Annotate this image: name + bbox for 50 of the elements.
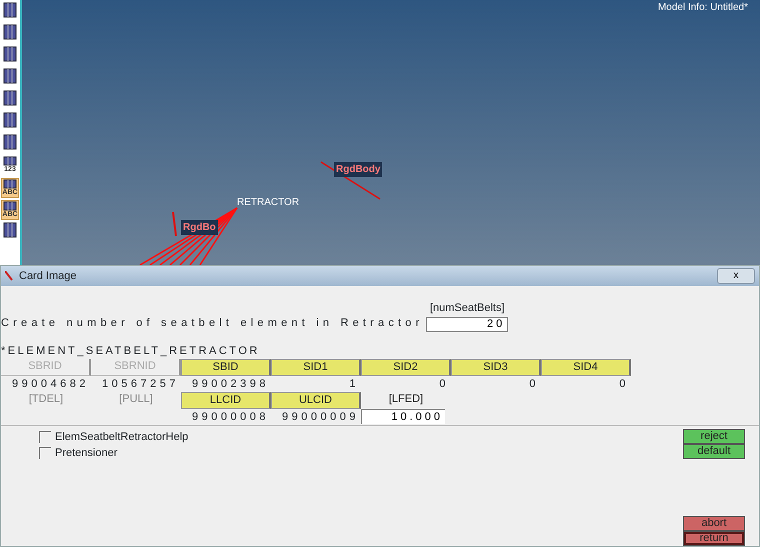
- grid-icon: [4, 180, 16, 189]
- grid-icon: [4, 112, 16, 128]
- field-value: 99004682: [11, 377, 90, 392]
- action-button[interactable]: default: [683, 444, 745, 459]
- dialog-title: Card Image: [19, 268, 76, 284]
- field-value: 0: [618, 377, 630, 392]
- grid-icon: [4, 24, 16, 40]
- body-label: RgdBo: [181, 220, 218, 235]
- field-value: 99000009: [281, 410, 360, 425]
- field-header[interactable]: LLCID: [181, 392, 271, 409]
- close-button[interactable]: x: [717, 268, 755, 284]
- field-value: 99000008: [191, 410, 270, 425]
- field-header[interactable]: SID1: [271, 359, 361, 376]
- checkbox-label: ElemSeatbeltRetractorHelp: [55, 430, 188, 445]
- grid-icon: [4, 90, 16, 106]
- grid-icon: [4, 68, 16, 84]
- field-value: 0: [528, 377, 540, 392]
- field-value: 0: [438, 377, 450, 392]
- field-value: 10567257: [101, 377, 180, 392]
- grid-icon: [4, 156, 16, 166]
- grid-icon: [4, 134, 16, 150]
- field-value: 99002398: [191, 377, 270, 392]
- field-label: [numSeatBelts]: [430, 301, 505, 316]
- action-button[interactable]: reject: [683, 429, 745, 444]
- field-value: 1: [348, 377, 360, 392]
- field-header: SBRID: [1, 359, 91, 376]
- field-header[interactable]: SID3: [451, 359, 541, 376]
- field-header[interactable]: SID2: [361, 359, 451, 376]
- field-header[interactable]: SBID: [181, 359, 271, 376]
- checkbox-label: Pretensioner: [55, 446, 118, 461]
- field-label: [LFED]: [388, 392, 424, 407]
- number-field[interactable]: 10.000: [361, 409, 445, 424]
- grid-icon: [4, 2, 16, 18]
- body-line: [172, 212, 177, 236]
- action-button[interactable]: return: [683, 531, 745, 546]
- grid-icon: [4, 222, 16, 238]
- action-button[interactable]: abort: [683, 516, 745, 531]
- prompt-text: Create number of seatbelt element in Retractor: [1, 316, 424, 331]
- field-header[interactable]: ULCID: [271, 392, 361, 409]
- card-name: *ELEMENT_SEATBELT_RETRACTOR: [1, 344, 261, 358]
- grid-icon: [4, 202, 16, 211]
- grid-icon: [4, 46, 16, 62]
- field-header[interactable]: SID4: [541, 359, 631, 376]
- model-info-label: Model Info: Untitled*: [658, 1, 748, 15]
- field-label: [PULL]: [118, 392, 154, 407]
- field-label: [TDEL]: [28, 392, 64, 407]
- number-field[interactable]: 20: [426, 316, 508, 332]
- node-label: RETRACTOR: [237, 196, 300, 210]
- body-label: RgdBody: [334, 162, 382, 177]
- app-icon: [5, 271, 13, 281]
